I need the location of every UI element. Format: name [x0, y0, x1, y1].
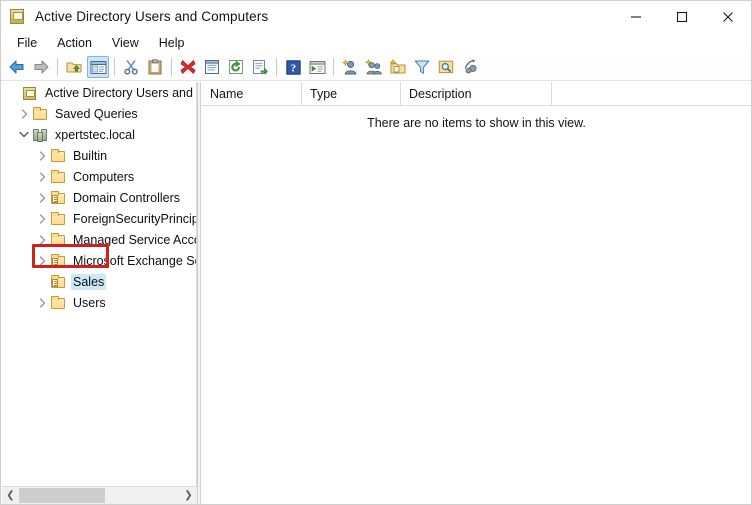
chevron-right-icon[interactable] — [34, 253, 50, 269]
maximize-button[interactable] — [659, 1, 705, 32]
find-icon[interactable] — [435, 56, 457, 78]
details-list-panel[interactable]: Name Type Description There are no items… — [202, 82, 751, 504]
menu-bar: File Action View Help — [1, 32, 751, 54]
new-user-icon[interactable] — [339, 56, 361, 78]
tree-node-managed-service-accounts[interactable]: Managed Service Accounts — [2, 229, 196, 250]
scroll-right-arrow-icon[interactable]: ❯ — [180, 487, 197, 504]
list-column-header: Name Type Description — [202, 82, 751, 106]
column-header-name[interactable]: Name — [202, 82, 302, 106]
tree-node-users[interactable]: Users — [2, 292, 196, 313]
tree-node-label: Active Directory Users and Com — [45, 85, 196, 100]
tree-node-computers[interactable]: Computers — [2, 166, 196, 187]
window-controls — [613, 1, 751, 32]
new-organizational-unit-icon[interactable] — [387, 56, 409, 78]
tree-node-sales[interactable]: Sales — [2, 271, 196, 292]
toolbar-separator — [114, 58, 115, 76]
folder-icon — [50, 295, 66, 311]
saved-query-icon[interactable] — [459, 56, 481, 78]
chevron-down-icon[interactable] — [16, 127, 32, 143]
column-header-description[interactable]: Description — [401, 82, 552, 106]
domain-icon — [32, 127, 48, 143]
tree-node-foreignsecurityprincipals[interactable]: ForeignSecurityPrincipals — [2, 208, 196, 229]
toolbar-separator — [333, 58, 334, 76]
organizational-unit-folder-icon — [50, 190, 66, 206]
folder-icon — [50, 232, 66, 248]
column-header-type[interactable]: Type — [302, 82, 401, 106]
organizational-unit-folder-icon — [50, 253, 66, 269]
cut-icon[interactable] — [120, 56, 142, 78]
tree-node-xpertstec-local[interactable]: xpertstec.local — [2, 124, 196, 145]
folder-icon — [50, 169, 66, 185]
toolbar-separator — [171, 58, 172, 76]
tree-node-label: Saved Queries — [55, 106, 138, 121]
refresh-icon[interactable] — [225, 56, 247, 78]
empty-list-message: There are no items to show in this view. — [367, 116, 586, 130]
title-bar: Active Directory Users and Computers — [1, 1, 751, 32]
tree-node-label: Managed Service Accounts — [73, 232, 196, 247]
new-group-icon[interactable] — [363, 56, 385, 78]
tree-node-saved-queries[interactable]: Saved Queries — [2, 103, 196, 124]
console-icon — [22, 85, 38, 101]
tree-node-label: Users — [73, 295, 106, 310]
up-one-level-icon[interactable] — [63, 56, 85, 78]
help-icon[interactable]: ? — [282, 56, 304, 78]
scroll-left-arrow-icon[interactable]: ❮ — [2, 487, 19, 504]
close-button[interactable] — [705, 1, 751, 32]
active-directory-users-and-computers-window: Active Directory Users and Computers Fil… — [0, 0, 752, 505]
show-hide-console-tree-icon[interactable] — [87, 56, 109, 78]
tree-node-label: Computers — [73, 169, 135, 184]
console-icon — [10, 8, 26, 25]
tree-node-label: xpertstec.local — [55, 127, 135, 142]
folder-icon — [32, 106, 48, 122]
chevron-right-icon[interactable] — [34, 295, 50, 311]
tree-node-label: Domain Controllers — [73, 190, 180, 205]
chevron-right-icon[interactable] — [34, 190, 50, 206]
tree-node-microsoft-exchange-security-groups[interactable]: Microsoft Exchange Security Groups — [2, 250, 196, 271]
organizational-unit-folder-icon — [50, 274, 66, 290]
svg-text:?: ? — [290, 62, 296, 74]
chevron-right-icon[interactable] — [34, 211, 50, 227]
tree-node-builtin[interactable]: Builtin — [2, 145, 196, 166]
folder-icon — [50, 211, 66, 227]
toolbar-separator — [57, 58, 58, 76]
menu-item-help[interactable]: Help — [151, 34, 195, 52]
scrollbar-thumb[interactable] — [19, 488, 105, 503]
tree-node-label: Builtin — [73, 148, 108, 163]
menu-item-file[interactable]: File — [9, 34, 47, 52]
menu-item-view[interactable]: View — [104, 34, 149, 52]
tree-node-active-directory-users-and-computers[interactable]: Active Directory Users and Com — [2, 82, 196, 103]
export-list-icon[interactable] — [249, 56, 271, 78]
window-title: Active Directory Users and Computers — [35, 9, 269, 24]
menu-item-action[interactable]: Action — [49, 34, 102, 52]
minimize-button[interactable] — [613, 1, 659, 32]
tree-node-domain-controllers[interactable]: Domain Controllers — [2, 187, 196, 208]
show-hide-action-pane-icon[interactable] — [306, 56, 328, 78]
tree-horizontal-scrollbar[interactable]: ❮ ❯ — [2, 486, 197, 504]
back-icon[interactable] — [6, 56, 28, 78]
toolbar-separator — [276, 58, 277, 76]
scrollbar-track[interactable] — [19, 487, 180, 504]
tree-node-label: Sales — [71, 273, 107, 290]
forward-icon[interactable] — [30, 56, 52, 78]
tree-node-label: ForeignSecurityPrincipals — [73, 211, 196, 226]
tree-node-label: Microsoft Exchange Security Groups — [73, 253, 196, 268]
chevron-right-icon[interactable] — [34, 148, 50, 164]
paste-icon[interactable] — [144, 56, 166, 78]
console-tree-panel[interactable]: Active Directory Users and Com Saved Que… — [2, 82, 197, 486]
chevron-right-icon[interactable] — [34, 232, 50, 248]
delete-icon[interactable] — [177, 56, 199, 78]
toolbar: ? — [1, 54, 751, 81]
folder-icon — [50, 148, 66, 164]
chevron-right-icon[interactable] — [34, 169, 50, 185]
chevron-right-icon[interactable] — [16, 106, 32, 122]
filter-icon[interactable] — [411, 56, 433, 78]
panel-splitter[interactable] — [197, 82, 201, 504]
properties-icon[interactable] — [201, 56, 223, 78]
